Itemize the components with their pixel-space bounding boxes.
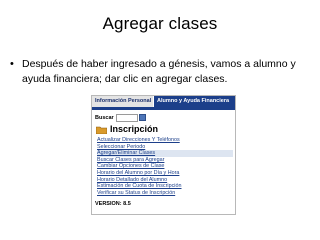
- search-label: Buscar: [95, 115, 114, 121]
- search-input[interactable]: [116, 114, 138, 122]
- enrollment-menu: Actualizar Direcciones Y Teléfonos Selec…: [97, 137, 233, 196]
- menu-item-agregar-eliminar-clases[interactable]: Agregar/Eliminar Clases: [97, 150, 233, 157]
- menu-item-verificar-status[interactable]: Verificar su Status de Inscripción: [97, 190, 233, 197]
- version-label: VERSION: 8.5: [95, 201, 131, 207]
- nav-subbar: [92, 107, 235, 110]
- menu-item-cambiar-opciones[interactable]: Cambiar Opciones de Clase: [97, 163, 233, 170]
- menu-item-seleccionar-periodo[interactable]: Seleccionar Periodo: [97, 144, 233, 151]
- tab-bar: Información Personal Alumno y Ayuda Fina…: [92, 96, 235, 107]
- embedded-screenshot: Información Personal Alumno y Ayuda Fina…: [91, 95, 236, 215]
- menu-item-horario-detallado[interactable]: Horario Detallado del Alumno: [97, 177, 233, 184]
- menu-item-buscar-clases[interactable]: Buscar Clases para Agregar: [97, 157, 233, 164]
- go-button-icon[interactable]: [139, 114, 146, 121]
- bullet-text: Después de haber ingresado a génesis, va…: [22, 58, 296, 85]
- menu-item-estimacion-cuota[interactable]: Estimación de Cuota de Inscripción: [97, 183, 233, 190]
- slide-title: Agregar clases: [102, 14, 218, 33]
- folder-icon: [96, 126, 107, 134]
- bullet-dot: •: [10, 58, 14, 70]
- tab-alumno-ayuda-financiera[interactable]: Alumno y Ayuda Financiera: [154, 96, 235, 107]
- section-title: Inscripción: [110, 124, 159, 134]
- tab-informacion-personal[interactable]: Información Personal: [92, 96, 154, 107]
- menu-item-actualizar-direcciones[interactable]: Actualizar Direcciones Y Teléfonos: [97, 137, 233, 144]
- menu-item-horario-dia-hora[interactable]: Horario del Alumno por Día y Hora: [97, 170, 233, 177]
